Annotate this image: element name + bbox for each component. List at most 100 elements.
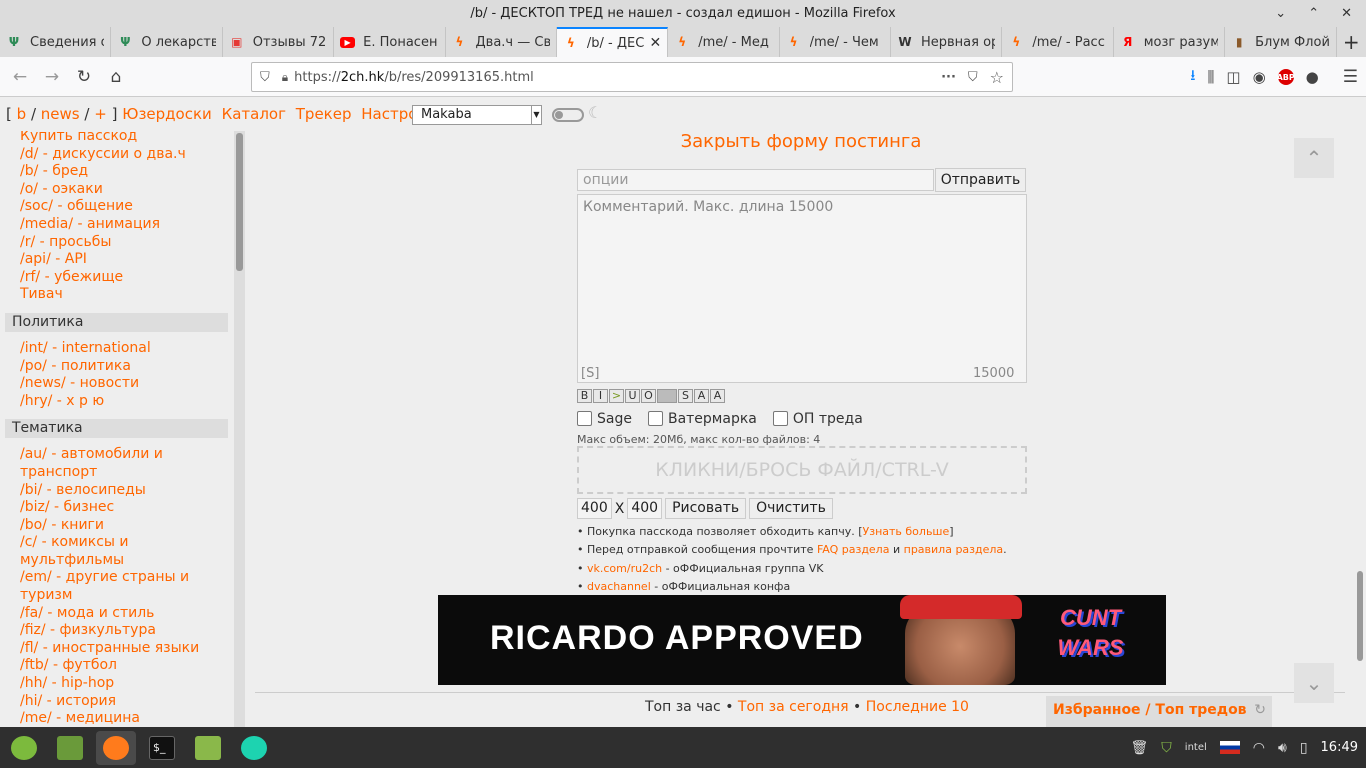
volume-icon[interactable]: 🔊︎ [1278, 740, 1287, 756]
sidebar-link[interactable]: Тивач [0, 286, 225, 304]
sidebar-link[interactable]: /au/ - автомобили и транспорт [0, 446, 225, 481]
favorites-panel[interactable]: Избранное / Топ тредов ↻ [1046, 696, 1272, 727]
scrollbar-thumb[interactable] [236, 133, 243, 271]
learn-more-link[interactable]: Узнать больше [863, 525, 950, 538]
tab-11[interactable]: ▮ Блум Флой [1225, 27, 1337, 57]
tab-1[interactable]: Ψ О лекарств [111, 27, 223, 57]
tab-3[interactable]: ▶ Е. Понасен [334, 27, 446, 57]
pocket-icon[interactable]: ⛉ [968, 70, 978, 85]
rules-link[interactable]: правила раздела [904, 543, 1004, 556]
sidebar-link[interactable]: /biz/ - бизнес [0, 499, 225, 517]
refresh-icon[interactable]: ↻ [1254, 696, 1266, 725]
board-link-plus[interactable]: + [94, 105, 107, 123]
faq-link[interactable]: FAQ раздела [817, 543, 890, 556]
page-actions-icon[interactable]: ··· [941, 70, 956, 85]
ad-banner[interactable]: RICARDO APPROVED CUNT WARS [438, 595, 1166, 685]
bold-button[interactable]: B [577, 389, 592, 403]
home-icon[interactable]: ⌂ [100, 61, 132, 93]
close-window-icon[interactable]: ✕ [1341, 0, 1352, 27]
userboards-link[interactable]: Юзердоски [122, 105, 212, 123]
tab-8[interactable]: W Нервная ор [891, 27, 1003, 57]
intel-icon[interactable]: intel [1185, 742, 1207, 753]
vk-link[interactable]: vk.com/ru2ch [587, 562, 662, 575]
file-manager-icon[interactable] [50, 731, 90, 765]
sidebar-link[interactable]: /em/ - другие страны и туризм [0, 569, 225, 604]
clear-button[interactable]: Очистить [749, 498, 833, 519]
favorites-label[interactable]: Избранное / Топ тредов [1053, 702, 1247, 718]
sidebar-link[interactable]: /o/ - оэкаки [0, 181, 225, 199]
minimize-icon[interactable]: ⌄ [1275, 0, 1286, 27]
downloads-icon[interactable]: ⭳ [1190, 65, 1195, 90]
draw-button[interactable]: Рисовать [665, 498, 747, 519]
page-scrollbar[interactable] [1354, 131, 1366, 727]
account-icon[interactable]: ◉ [1253, 68, 1266, 86]
sidebar-link[interactable]: /soc/ - общение [0, 198, 225, 216]
close-tab-icon[interactable]: ✕ [650, 35, 662, 51]
sidebar-toggle-icon[interactable]: ◫ [1226, 68, 1240, 86]
sidebar-link[interactable]: /ftb/ - футбол [0, 657, 225, 675]
keyboard-layout-flag-icon[interactable] [1219, 741, 1240, 754]
spoiler-tag[interactable]: [S] [581, 366, 599, 381]
bookmark-star-icon[interactable]: ☆ [990, 68, 1004, 87]
reload-icon[interactable]: ↻ [68, 61, 100, 93]
trash-icon[interactable]: 🗑︎ [1131, 740, 1149, 756]
extension-icon[interactable]: ● [1306, 68, 1319, 86]
tab-5[interactable]: ϟ/b/ - ДЕС ✕ [556, 27, 669, 57]
sidebar-link[interactable]: /int/ - international [0, 340, 225, 358]
spoiler-button[interactable] [657, 389, 677, 403]
shield-icon[interactable]: ⛉ [1161, 740, 1172, 756]
sidebar-link[interactable]: /hry/ - х р ю [0, 393, 225, 411]
last10-link[interactable]: Последние 10 [866, 699, 969, 715]
sage-checkbox[interactable]: Sage [577, 411, 632, 427]
style-select[interactable]: Makaba ▼ [412, 105, 542, 125]
tab-6[interactable]: ϟ/me/ - Мед [668, 27, 780, 57]
close-form-link[interactable]: Закрыть форму постинга [255, 131, 1347, 153]
top-hour-label[interactable]: Топ за час [645, 699, 721, 715]
wifi-icon[interactable]: ◠ [1253, 740, 1265, 756]
draw-height-input[interactable]: 400 [627, 498, 663, 519]
sidebar-link[interactable]: /api/ - API [0, 251, 225, 269]
scroll-up-icon[interactable]: ⌃ [1294, 138, 1334, 178]
sidebar-link[interactable]: Купить пасскод [0, 131, 225, 146]
back-icon[interactable]: ← [4, 61, 36, 93]
dvachannel-link[interactable]: dvachannel [587, 580, 651, 593]
sidebar-link[interactable]: /news/ - новости [0, 375, 225, 393]
sidebar-link[interactable]: /media/ - анимация [0, 216, 225, 234]
tab-2[interactable]: ▣ Отзывы 72 [223, 27, 335, 57]
library-icon[interactable]: ⫼ [1207, 68, 1214, 86]
terminal-icon[interactable]: $_ [142, 731, 182, 765]
watermark-checkbox[interactable]: Ватермарка [647, 411, 757, 427]
new-tab-button[interactable]: + [1337, 27, 1366, 57]
dark-mode-toggle[interactable] [552, 108, 584, 122]
firefox-icon[interactable] [96, 730, 136, 765]
board-link-news[interactable]: news [41, 105, 80, 123]
forward-icon[interactable]: → [36, 61, 68, 93]
menu-hamburger-icon[interactable]: ☰ [1343, 67, 1358, 87]
sidebar-link[interactable]: /fiz/ - физкультура [0, 622, 225, 640]
adblock-icon[interactable]: ABP [1277, 69, 1295, 85]
sidebar-link[interactable]: /hh/ - hip-hop [0, 675, 225, 693]
strike-button[interactable]: S [678, 389, 693, 403]
mint-menu-icon[interactable] [4, 731, 44, 765]
sidebar-link[interactable]: /b/ - бред [0, 163, 225, 181]
sidebar-link[interactable]: /hi/ - история [0, 693, 225, 711]
sidebar-link[interactable]: /fl/ - иностранные языки [0, 640, 225, 658]
checkbox-box[interactable] [577, 411, 592, 426]
sidebar-link[interactable]: /fa/ - мода и стиль [0, 605, 225, 623]
board-link-b[interactable]: b [17, 105, 27, 123]
battery-icon[interactable]: ▯ [1300, 740, 1308, 756]
tab-4[interactable]: ϟ Два.ч — Св [446, 27, 557, 57]
url-text[interactable]: https://2ch.hk/b/res/209913165.html [288, 70, 941, 85]
tab-0[interactable]: Ψ Сведения о [0, 27, 112, 57]
tab-9[interactable]: ϟ/me/ - Расс [1002, 27, 1114, 57]
tab-7[interactable]: ϟ/me/ - Чем [780, 27, 891, 57]
podcast-app-icon[interactable] [234, 731, 274, 765]
sidebar-link[interactable]: /po/ - политика [0, 358, 225, 376]
scroll-down-icon[interactable]: ⌄ [1294, 663, 1334, 703]
op-checkbox[interactable]: ОП треда [772, 411, 863, 427]
sidebar-scrollbar[interactable] [234, 131, 245, 727]
maximize-icon[interactable]: ⌃ [1308, 0, 1319, 27]
sidebar-link[interactable]: /c/ - комиксы и мультфильмы [0, 534, 225, 569]
italic-button[interactable]: I [593, 389, 608, 403]
folder-icon[interactable] [188, 731, 228, 765]
